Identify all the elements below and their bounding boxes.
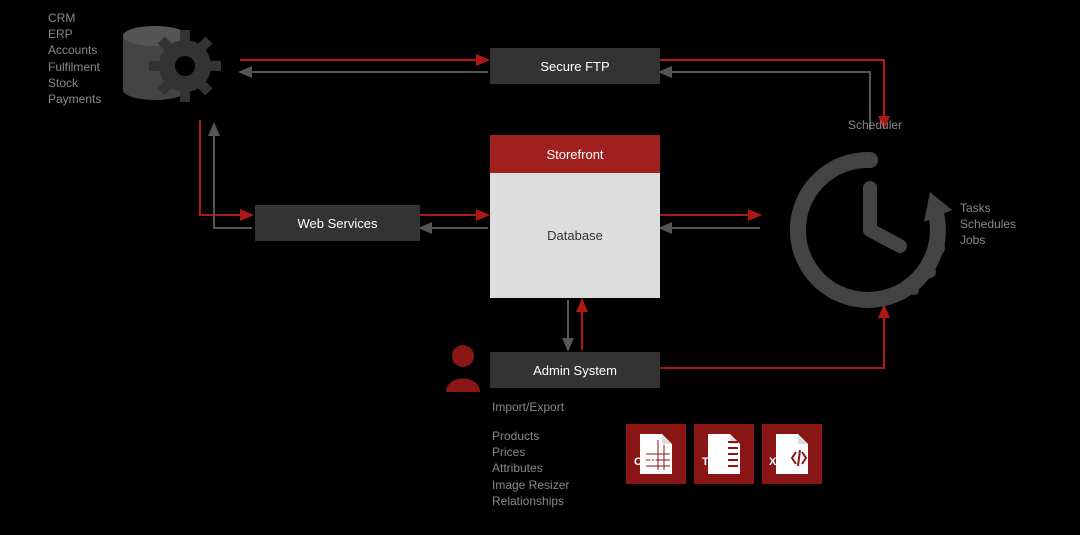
list-item: Stock	[48, 75, 101, 91]
list-item: Fulfilment	[48, 59, 101, 75]
tab-label: TAB	[702, 456, 724, 468]
node-label: Storefront	[546, 147, 603, 162]
xml-badge	[762, 424, 822, 484]
csv-label: CSV	[634, 456, 657, 468]
list-item: Products	[492, 428, 569, 444]
node-label: Web Services	[298, 216, 378, 231]
node-label: Admin System	[533, 363, 617, 378]
scheduler-label: Scheduler	[848, 118, 902, 132]
list-item: Schedules	[960, 216, 1016, 232]
node-label: Database	[547, 228, 603, 243]
storefront-node: Storefront	[490, 135, 660, 173]
list-item: Attributes	[492, 460, 569, 476]
list-item: Accounts	[48, 42, 101, 58]
user-icon	[442, 342, 484, 395]
list-item: ERP	[48, 26, 101, 42]
scheduler-items: Tasks Schedules Jobs	[960, 200, 1016, 249]
web-services-node: Web Services	[255, 205, 420, 241]
tab-badge	[694, 424, 754, 484]
scheduler-icon	[780, 140, 960, 313]
list-item: CRM	[48, 10, 101, 26]
import-export-heading: Import/Export	[492, 400, 564, 414]
list-item: Jobs	[960, 232, 1016, 248]
list-item: Payments	[48, 91, 101, 107]
list-item: Image Resizer	[492, 477, 569, 493]
node-label: Secure FTP	[540, 59, 609, 74]
xml-label: XML	[769, 456, 792, 468]
secure-ftp-node: Secure FTP	[490, 48, 660, 84]
list-item: Tasks	[960, 200, 1016, 216]
external-systems-icon	[115, 18, 235, 131]
external-systems-list: CRM ERP Accounts Fulfilment Stock Paymen…	[48, 10, 101, 107]
database-node: Database	[490, 173, 660, 298]
list-item: Relationships	[492, 493, 569, 509]
csv-badge	[626, 424, 686, 484]
admin-system-node: Admin System	[490, 352, 660, 388]
import-export-list: Products Prices Attributes Image Resizer…	[492, 428, 569, 509]
list-item: Prices	[492, 444, 569, 460]
